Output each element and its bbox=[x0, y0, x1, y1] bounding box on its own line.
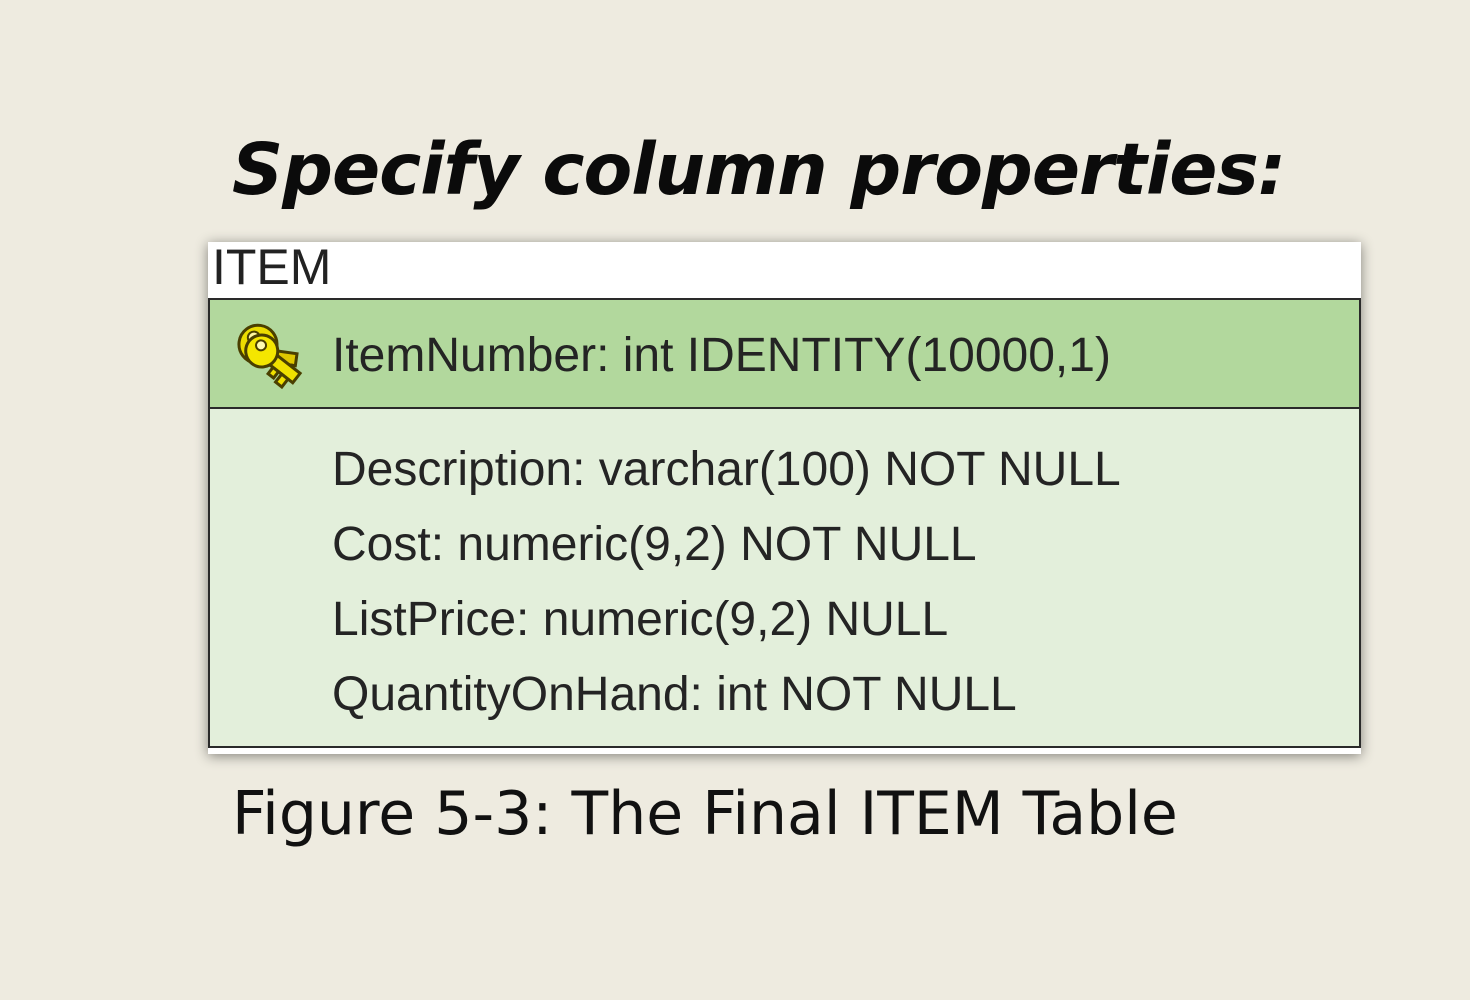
primary-key-column: ItemNumber: int IDENTITY(10000,1) bbox=[332, 329, 1111, 382]
table-name: ITEM bbox=[212, 239, 332, 295]
table-body: ItemNumber: int IDENTITY(10000,1) Descri… bbox=[208, 298, 1361, 748]
attribute-cost: Cost: numeric(9,2) NOT NULL bbox=[332, 518, 977, 571]
slide-title: Specify column properties: bbox=[232, 128, 1286, 211]
key-icon bbox=[237, 323, 303, 390]
attribute-quantity-on-hand: QuantityOnHand: int NOT NULL bbox=[332, 668, 1017, 721]
attribute-list: Description: varchar(100) NOT NULL Cost:… bbox=[332, 432, 1121, 732]
primary-key-row: ItemNumber: int IDENTITY(10000,1) bbox=[210, 300, 1359, 409]
table-name-bar: ITEM bbox=[208, 242, 1361, 298]
attribute-description: Description: varchar(100) NOT NULL bbox=[332, 443, 1121, 496]
figure-caption: Figure 5-3: The Final ITEM Table bbox=[232, 779, 1178, 849]
attribute-list-price: ListPrice: numeric(9,2) NULL bbox=[332, 593, 949, 646]
entity-table-item: ITEM ItemNumber: int IDENTITY(10000,1) D… bbox=[208, 242, 1361, 754]
